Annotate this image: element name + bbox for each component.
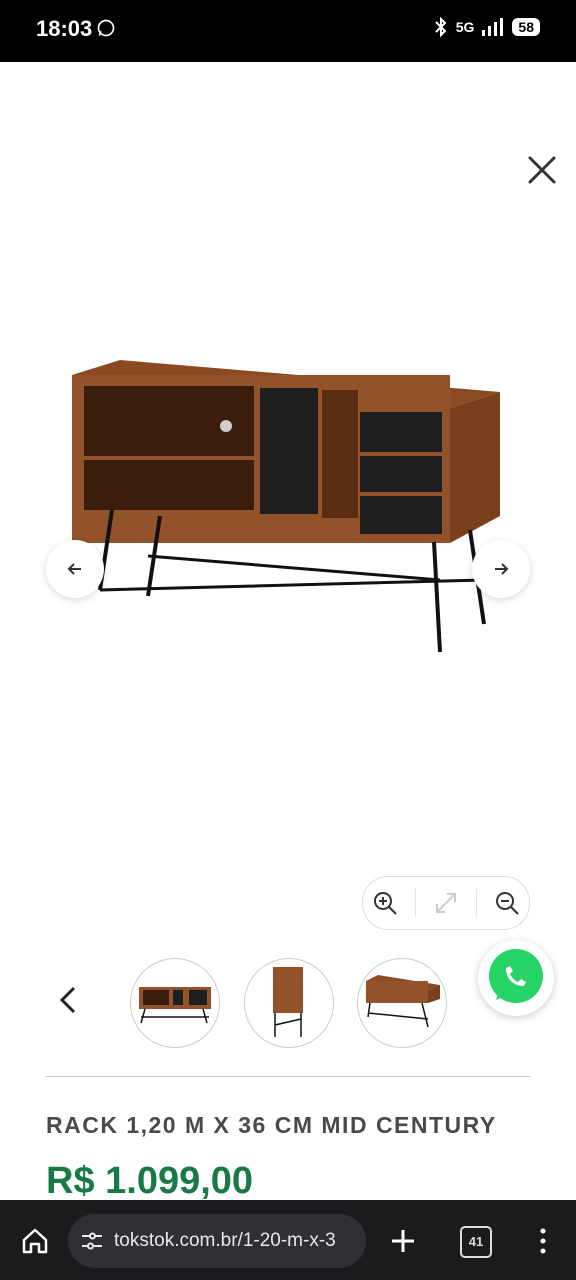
signal-icon	[482, 18, 504, 36]
bluetooth-icon	[435, 16, 447, 38]
thumbnail-3[interactable]	[357, 958, 447, 1048]
prev-image-button[interactable]	[46, 540, 104, 598]
close-icon[interactable]	[522, 150, 562, 190]
whatsapp-notification-icon	[97, 19, 115, 37]
expand-icon[interactable]	[433, 890, 459, 916]
arrow-right-icon	[495, 563, 509, 575]
whatsapp-button[interactable]	[478, 940, 554, 1016]
zoom-out-icon[interactable]	[494, 890, 520, 916]
plus-icon[interactable]	[388, 1226, 418, 1256]
url-bar[interactable]: tokstok.com.br/1-20-m-x-3	[68, 1214, 366, 1268]
network-type: 5G	[455, 19, 475, 35]
product-title: RACK 1,20 M X 36 CM MID CENTURY	[46, 1112, 497, 1138]
zoom-separator	[476, 889, 478, 917]
divider	[46, 1076, 530, 1077]
more-vert-icon[interactable]	[533, 1226, 553, 1256]
next-image-button[interactable]	[472, 540, 530, 598]
product-price: R$ 1.099,00	[46, 1160, 254, 1202]
battery-icon: 58	[512, 18, 540, 36]
chevron-left-icon[interactable]	[54, 982, 84, 1018]
zoom-in-icon[interactable]	[372, 890, 398, 916]
thumbnail-2[interactable]	[244, 958, 334, 1048]
status-bar: 18:03 5G 58	[0, 0, 576, 62]
whatsapp-icon	[489, 949, 543, 1003]
url-text: tokstok.com.br/1-20-m-x-3	[114, 1230, 336, 1251]
arrow-left-icon	[67, 563, 81, 575]
home-icon[interactable]	[18, 1224, 52, 1258]
tabs-icon[interactable]: 41	[460, 1226, 492, 1258]
clock: 18:03	[36, 16, 93, 41]
status-icons: 5G 58	[434, 16, 540, 38]
thumbnail-1[interactable]	[130, 958, 220, 1048]
site-settings-icon[interactable]	[80, 1230, 104, 1252]
zoom-controls	[362, 876, 530, 930]
zoom-separator	[414, 889, 416, 917]
product-image	[72, 360, 500, 653]
